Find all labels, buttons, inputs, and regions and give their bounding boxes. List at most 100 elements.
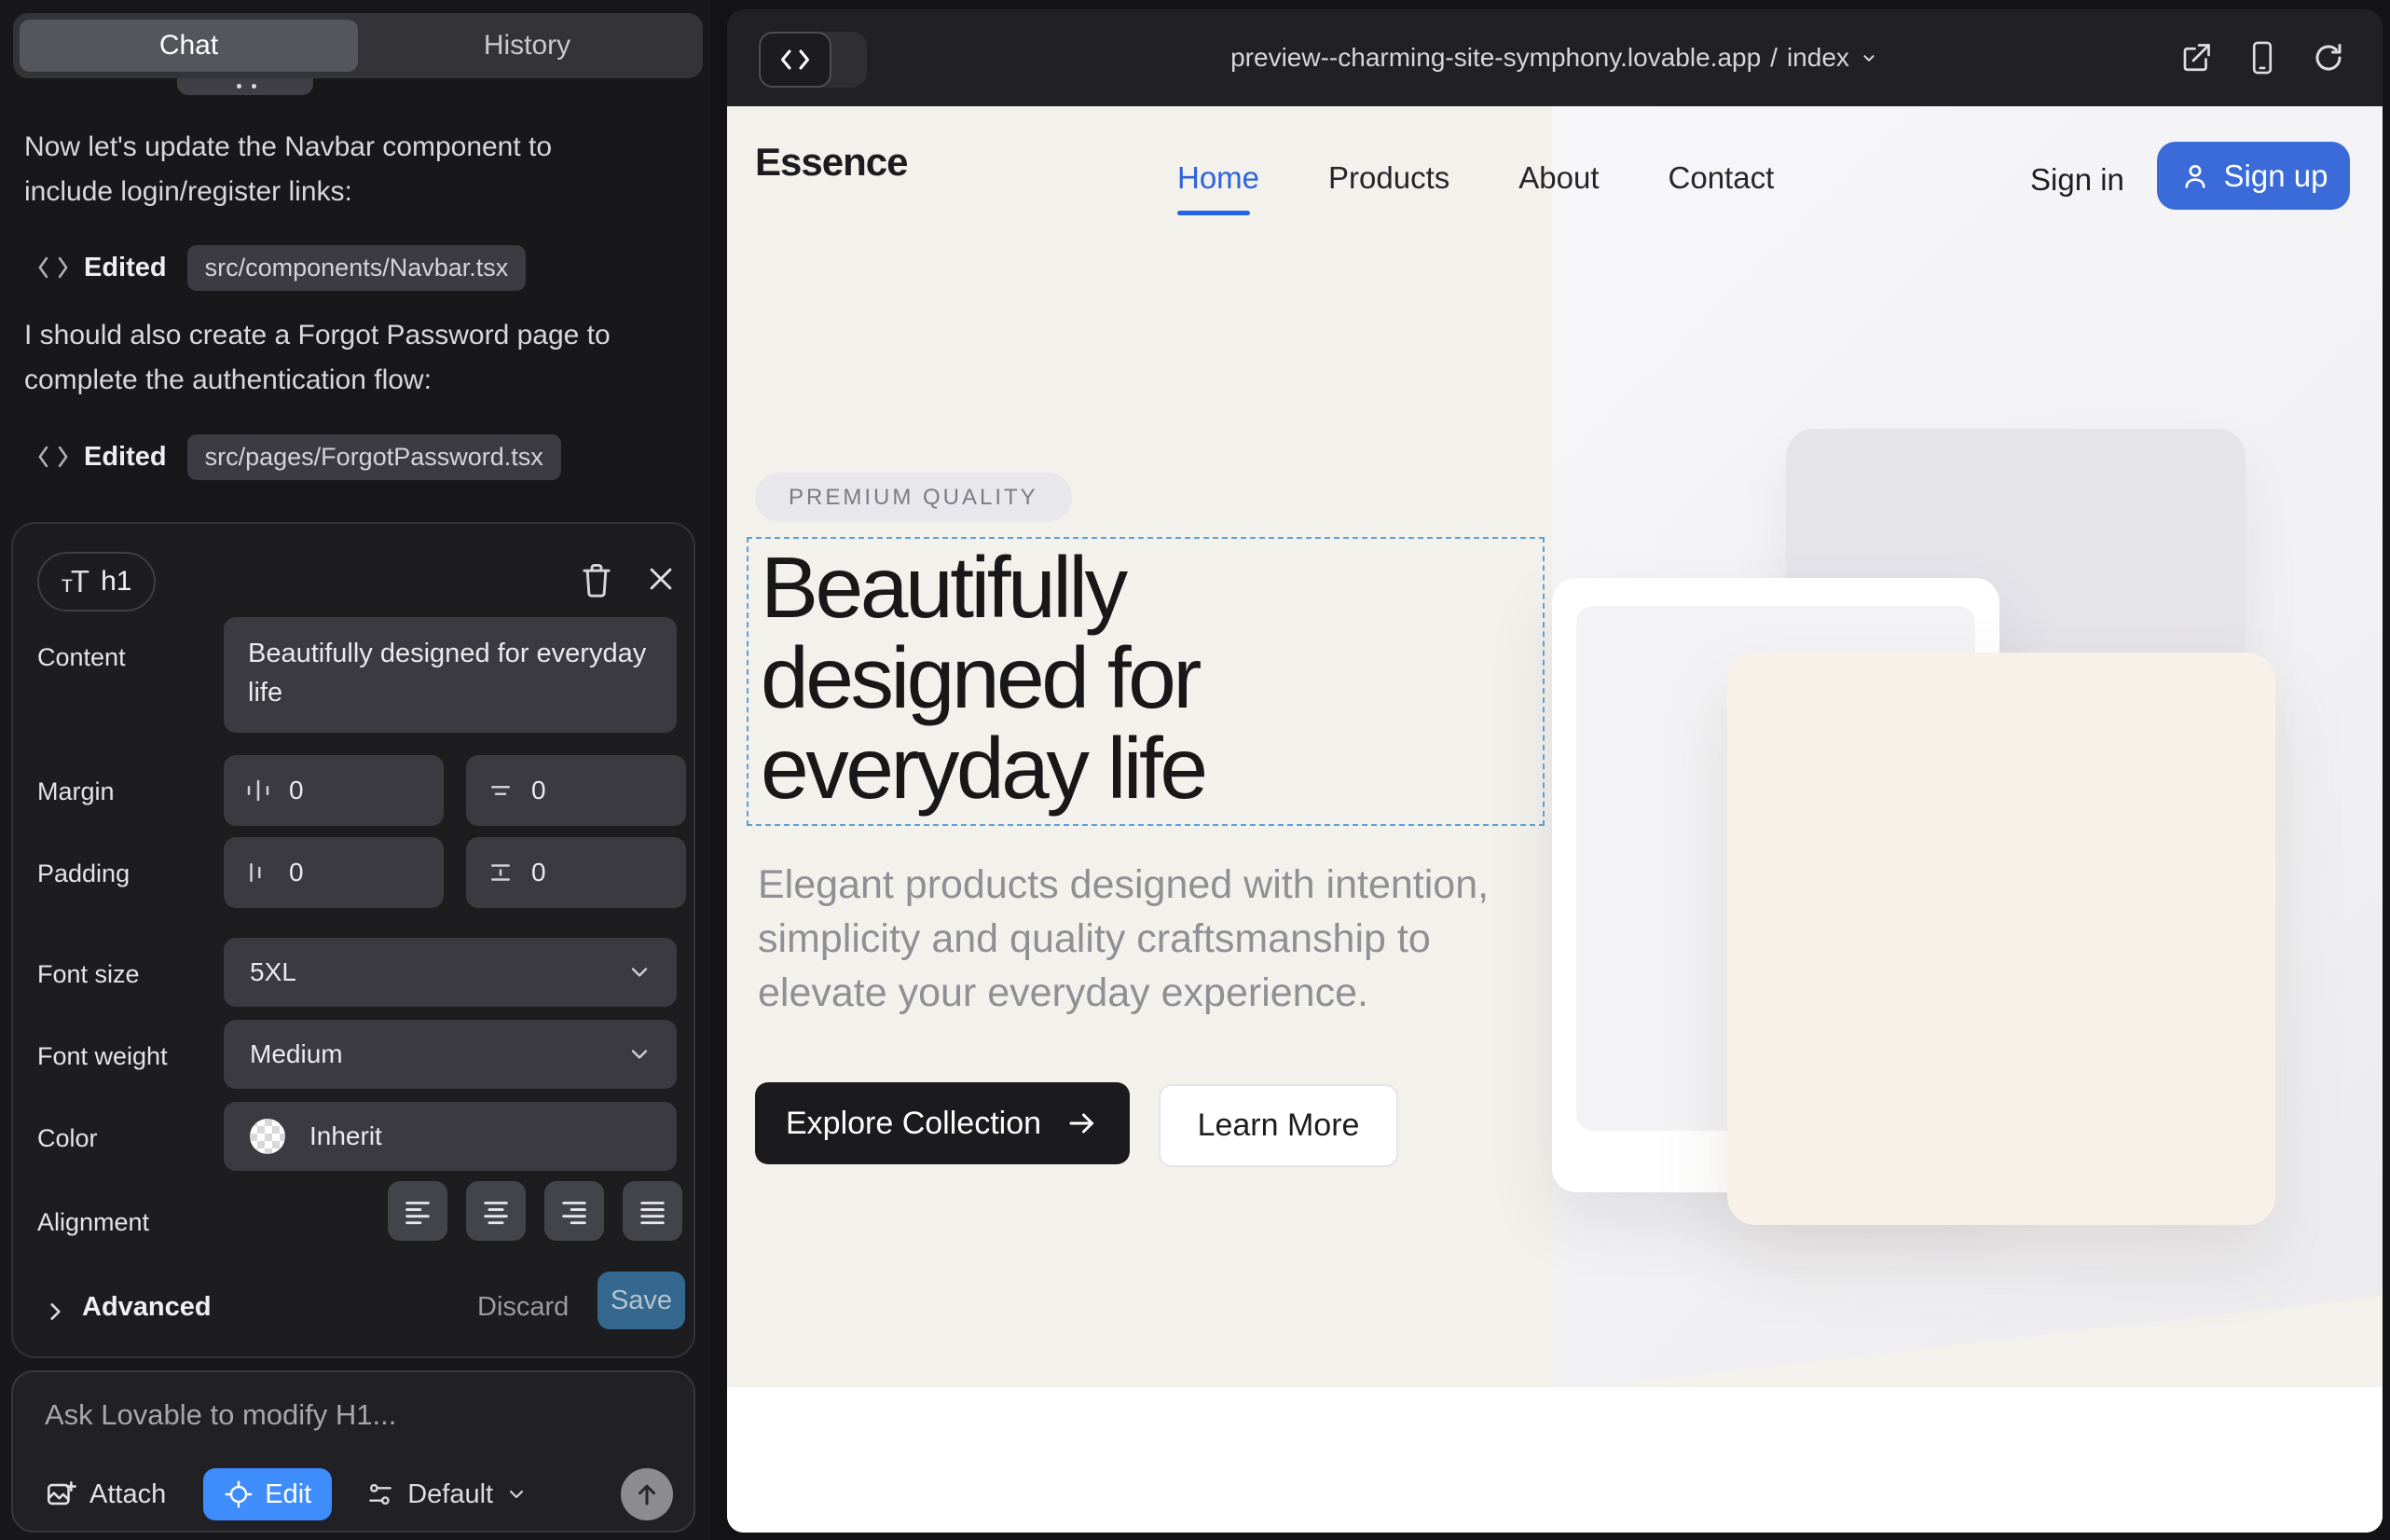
- open-external-button[interactable]: [2179, 41, 2213, 75]
- margin-vertical-icon: [487, 777, 515, 804]
- padding-y-input[interactable]: 0: [466, 837, 686, 908]
- site-preview: Essence Home Products About Contact Sign…: [727, 106, 2383, 1533]
- save-button[interactable]: Save: [598, 1272, 685, 1329]
- align-left-icon: [402, 1195, 433, 1227]
- edited-file-row: Edited src/components/Navbar.tsx: [37, 244, 526, 291]
- model-default-dropdown[interactable]: Default: [365, 1479, 528, 1510]
- edited-file-pill[interactable]: src/pages/ForgotPassword.tsx: [187, 434, 561, 480]
- composer-input[interactable]: Ask Lovable to modify H1...: [45, 1398, 660, 1432]
- edited-file-pill[interactable]: src/components/Navbar.tsx: [187, 245, 527, 291]
- send-button[interactable]: [621, 1468, 673, 1520]
- nav-link-contact[interactable]: Contact: [1669, 160, 1775, 196]
- margin-horizontal-icon: [244, 777, 272, 804]
- browser-chrome: preview--charming-site-symphony.lovable.…: [727, 9, 2383, 106]
- font-size-label: Font size: [37, 960, 140, 989]
- align-right-icon: [558, 1195, 590, 1227]
- edited-file-row: Edited src/pages/ForgotPassword.tsx: [37, 433, 561, 480]
- mobile-view-button[interactable]: [2246, 40, 2278, 76]
- url-host: preview--charming-site-symphony.lovable.…: [1230, 43, 1761, 73]
- padding-vertical-icon: [487, 859, 515, 887]
- sliders-icon: [365, 1479, 395, 1509]
- explore-collection-button[interactable]: Explore Collection: [755, 1082, 1130, 1164]
- content-input[interactable]: Beautifully designed for everyday life: [224, 617, 677, 733]
- sign-up-button[interactable]: Sign up: [2157, 142, 2350, 210]
- chat-panel: Chat History Now let's update the Navbar…: [0, 0, 710, 1540]
- align-center-icon: [480, 1195, 512, 1227]
- arrow-up-icon: [633, 1480, 661, 1508]
- padding-x-input[interactable]: 0: [224, 837, 444, 908]
- chevron-right-icon: [43, 1299, 67, 1324]
- margin-x-input[interactable]: 0: [224, 755, 444, 826]
- trash-icon: [580, 561, 613, 598]
- refresh-icon: [2312, 41, 2345, 75]
- browser-actions: [2179, 9, 2345, 106]
- url-breadcrumb[interactable]: preview--charming-site-symphony.lovable.…: [727, 9, 2383, 106]
- url-page: index: [1787, 43, 1849, 73]
- color-label: Color: [37, 1124, 98, 1153]
- scrolled-chip-fragment: [177, 78, 313, 95]
- chevron-down-icon: [626, 1041, 652, 1067]
- code-icon: [37, 443, 69, 471]
- font-weight-select[interactable]: Medium: [224, 1020, 677, 1089]
- discard-button[interactable]: Discard: [477, 1292, 569, 1323]
- tab-chat[interactable]: Chat: [20, 20, 358, 72]
- chat-message: Now let's update the Navbar component to…: [24, 125, 552, 214]
- element-tag-label: h1: [101, 566, 131, 598]
- preview-window: preview--charming-site-symphony.lovable.…: [727, 9, 2383, 1533]
- external-link-icon: [2179, 41, 2213, 75]
- advanced-label[interactable]: Advanced: [82, 1292, 212, 1323]
- content-label: Content: [37, 643, 126, 672]
- premium-quality-badge: PREMIUM QUALITY: [755, 473, 1072, 522]
- align-justify-icon: [637, 1195, 668, 1227]
- hero-paragraph: Elegant products designed with intention…: [758, 858, 1489, 1020]
- target-icon: [224, 1479, 254, 1509]
- close-icon: [645, 563, 677, 595]
- typography-icon: тT: [62, 564, 88, 599]
- color-swatch: [250, 1119, 285, 1154]
- align-justify-button[interactable]: [623, 1181, 682, 1241]
- panel-tabbar: Chat History: [13, 13, 703, 78]
- edit-mode-button[interactable]: Edit: [203, 1468, 332, 1520]
- edited-label: Edited: [84, 442, 167, 473]
- padding-horizontal-icon: [244, 859, 272, 887]
- margin-y-input[interactable]: 0: [466, 755, 686, 826]
- sign-in-link[interactable]: Sign in: [2030, 162, 2124, 198]
- close-editor-button[interactable]: [645, 563, 677, 599]
- decorative-card-cream: [1727, 653, 2275, 1225]
- site-logo[interactable]: Essence: [755, 140, 907, 185]
- arrow-right-icon: [1065, 1107, 1099, 1140]
- font-weight-label: Font weight: [37, 1042, 168, 1071]
- hero-heading[interactable]: Beautifully designed for everyday life: [761, 543, 1205, 814]
- site-nav: Home Products About Contact: [1177, 160, 1774, 196]
- composer-toolbar: Attach Edit Default: [45, 1467, 673, 1521]
- alignment-label: Alignment: [37, 1208, 149, 1237]
- nav-link-about[interactable]: About: [1518, 160, 1599, 196]
- color-select[interactable]: Inherit: [224, 1102, 677, 1171]
- nav-link-home[interactable]: Home: [1177, 160, 1259, 196]
- nav-link-products[interactable]: Products: [1328, 160, 1449, 196]
- align-right-button[interactable]: [544, 1181, 604, 1241]
- align-center-button[interactable]: [466, 1181, 526, 1241]
- smartphone-icon: [2246, 40, 2278, 76]
- chevron-down-icon: [1859, 48, 1879, 68]
- edited-label: Edited: [84, 253, 167, 283]
- app-window: Chat History Now let's update the Navbar…: [0, 0, 2390, 1540]
- align-left-button[interactable]: [388, 1181, 447, 1241]
- nav-active-underline: [1177, 211, 1250, 215]
- selected-element-chip[interactable]: тT h1: [37, 552, 156, 612]
- url-separator: /: [1770, 43, 1778, 73]
- margin-label: Margin: [37, 777, 115, 806]
- advanced-expander[interactable]: [43, 1299, 67, 1328]
- chat-composer: Ask Lovable to modify H1... Attach Edit …: [11, 1370, 695, 1533]
- attach-button[interactable]: Attach: [45, 1478, 166, 1510]
- code-icon: [37, 254, 69, 282]
- learn-more-button[interactable]: Learn More: [1159, 1084, 1398, 1167]
- padding-label: Padding: [37, 859, 130, 888]
- delete-element-button[interactable]: [580, 561, 613, 603]
- refresh-button[interactable]: [2312, 41, 2345, 75]
- section-below-hero: [727, 1387, 2383, 1533]
- font-size-select[interactable]: 5XL: [224, 938, 677, 1007]
- chat-message: I should also create a Forgot Password p…: [24, 313, 611, 403]
- tab-history[interactable]: History: [358, 20, 696, 72]
- chevron-down-icon: [626, 959, 652, 985]
